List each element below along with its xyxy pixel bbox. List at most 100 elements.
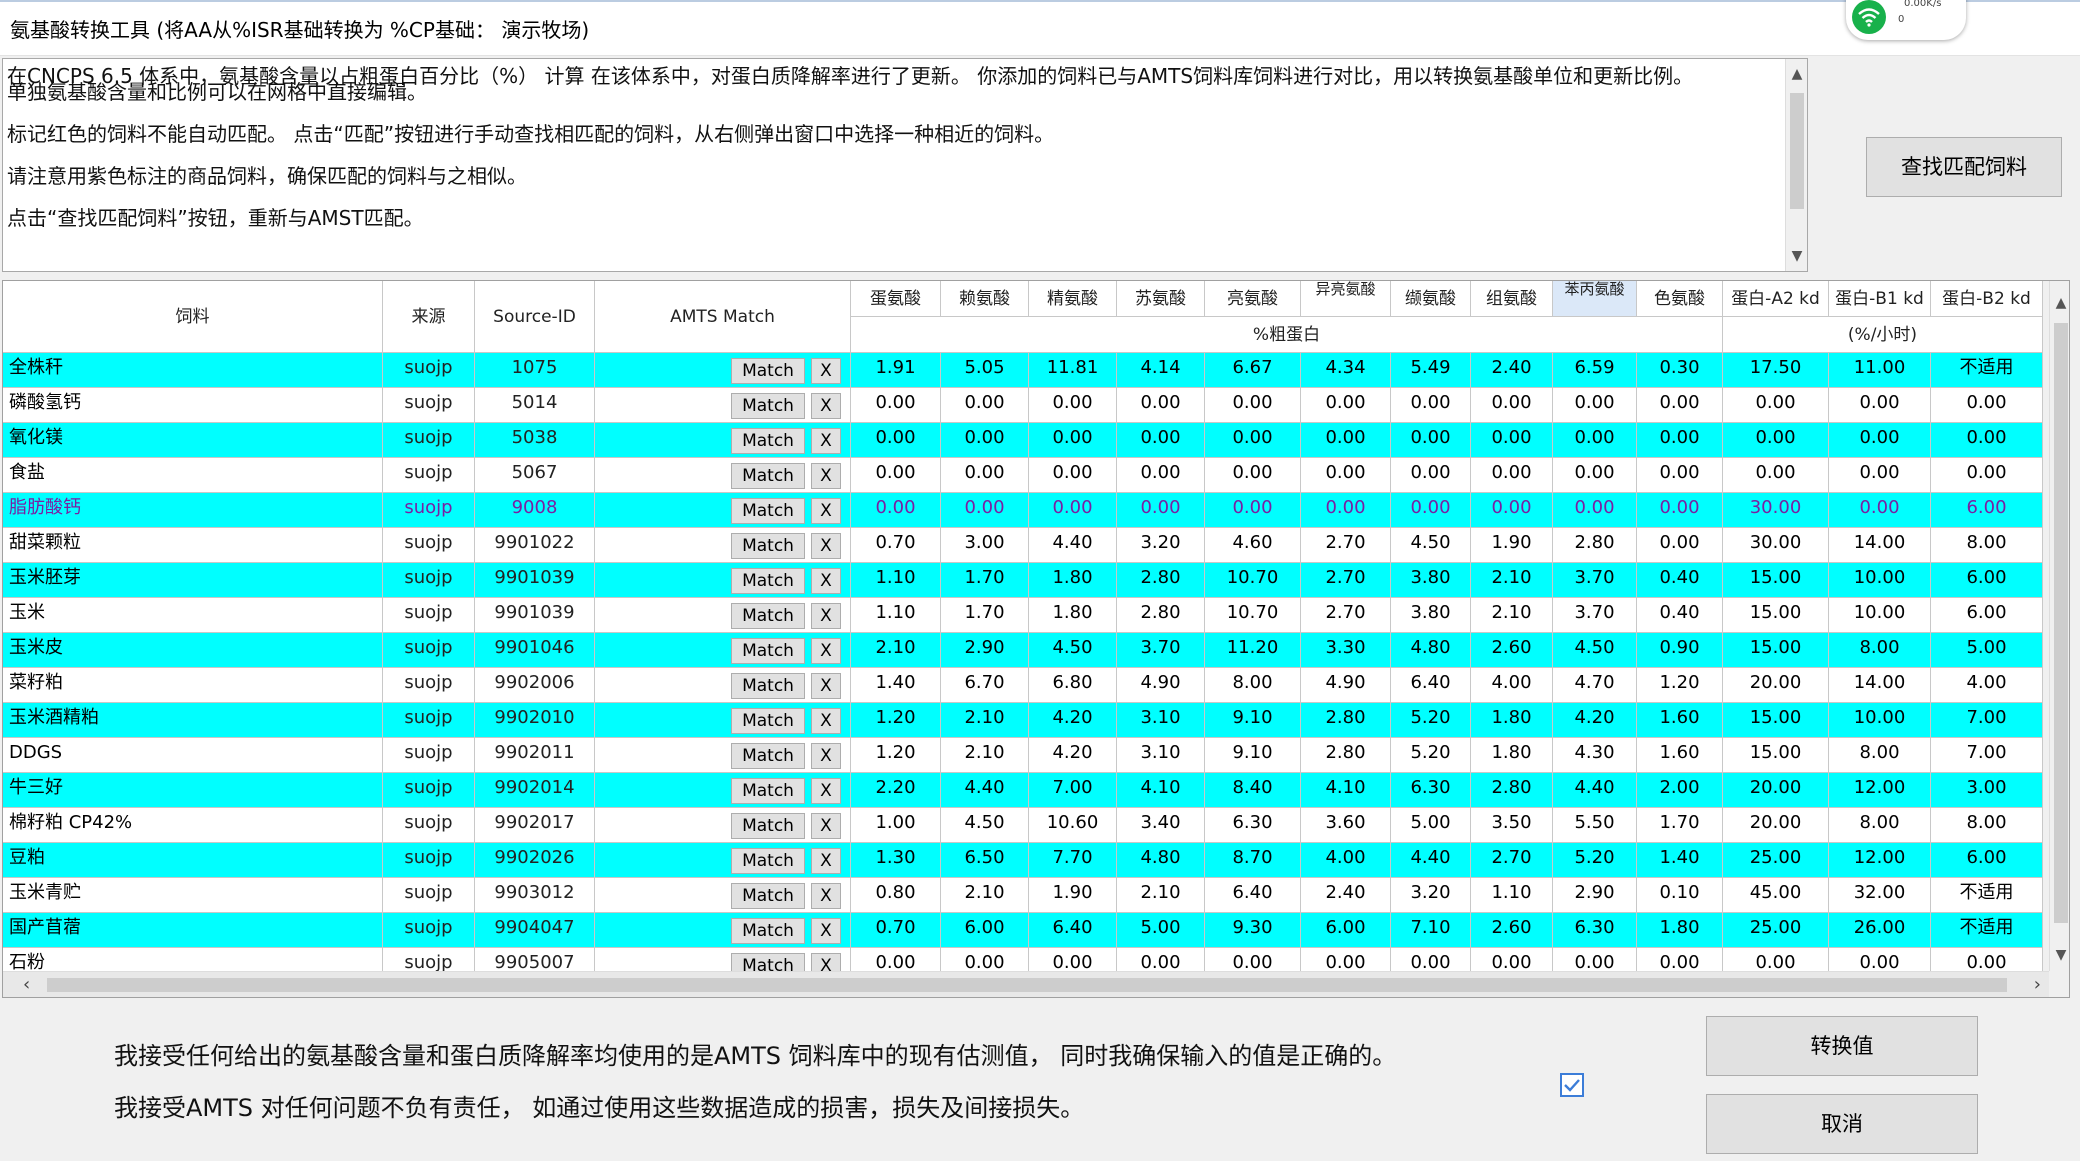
value-cell[interactable]: 6.70 xyxy=(941,668,1029,703)
value-cell[interactable]: 5.49 xyxy=(1391,353,1471,388)
match-button[interactable]: Match xyxy=(731,393,805,419)
feed-name-cell[interactable]: 菜籽粕 xyxy=(3,668,383,703)
value-cell[interactable]: 5.20 xyxy=(1391,738,1471,773)
value-cell[interactable]: 3.20 xyxy=(1117,528,1205,563)
value-cell[interactable]: 0.00 xyxy=(941,458,1029,493)
value-cell[interactable]: 0.00 xyxy=(1301,458,1391,493)
value-cell[interactable]: 0.00 xyxy=(851,493,941,528)
value-cell[interactable]: 5.00 xyxy=(1117,913,1205,948)
source-id-cell[interactable]: 9008 xyxy=(475,493,595,528)
value-cell[interactable]: 1.80 xyxy=(1029,598,1117,633)
value-cell[interactable]: 14.00 xyxy=(1829,528,1931,563)
network-widget[interactable]: 0.00K/s 0 xyxy=(1846,0,1966,40)
match-button[interactable]: Match xyxy=(731,638,805,664)
value-cell[interactable]: 4.20 xyxy=(1553,703,1637,738)
feed-grid[interactable]: 饲料 来源 Source-ID AMTS Match 蛋氨酸 赖氨酸 精氨酸 苏氨酸 亮氨酸 异亮… xyxy=(2,280,2070,998)
value-cell[interactable]: 0.00 xyxy=(1637,493,1723,528)
value-cell[interactable]: 0.00 xyxy=(851,458,941,493)
feed-name-cell[interactable]: 玉米胚芽 xyxy=(3,563,383,598)
value-cell[interactable]: 2.80 xyxy=(1553,528,1637,563)
scroll-down-icon[interactable]: ▼ xyxy=(2050,947,2069,963)
value-cell[interactable]: 7.10 xyxy=(1391,913,1471,948)
value-cell[interactable]: 2.80 xyxy=(1117,563,1205,598)
value-cell[interactable]: 4.50 xyxy=(1391,528,1471,563)
value-cell[interactable]: 17.50 xyxy=(1723,353,1829,388)
value-cell[interactable]: 0.00 xyxy=(1391,458,1471,493)
value-cell[interactable]: 0.00 xyxy=(1117,423,1205,458)
value-cell[interactable]: 4.00 xyxy=(1301,843,1391,878)
value-cell[interactable]: 10.70 xyxy=(1205,563,1301,598)
value-cell[interactable]: 2.40 xyxy=(1471,353,1553,388)
source-cell[interactable]: suojp xyxy=(383,598,475,633)
remove-match-button[interactable]: X xyxy=(811,743,841,769)
match-button[interactable]: Match xyxy=(731,918,805,944)
value-cell[interactable]: 不适用 xyxy=(1931,353,2043,388)
value-cell[interactable]: 1.80 xyxy=(1637,913,1723,948)
match-button[interactable]: Match xyxy=(731,813,805,839)
value-cell[interactable]: 11.00 xyxy=(1829,353,1931,388)
source-cell[interactable]: suojp xyxy=(383,878,475,913)
value-cell[interactable]: 1.40 xyxy=(1637,843,1723,878)
value-cell[interactable]: 5.20 xyxy=(1391,703,1471,738)
value-cell[interactable]: 0.00 xyxy=(1553,458,1637,493)
value-cell[interactable]: 0.00 xyxy=(1029,493,1117,528)
remove-match-button[interactable]: X xyxy=(811,428,841,454)
value-cell[interactable]: 0.00 xyxy=(1553,423,1637,458)
scroll-thumb[interactable] xyxy=(47,978,2007,992)
value-cell[interactable]: 4.40 xyxy=(1553,773,1637,808)
value-cell[interactable]: 2.10 xyxy=(941,703,1029,738)
value-cell[interactable]: 2.00 xyxy=(1637,773,1723,808)
value-cell[interactable]: 1.20 xyxy=(851,703,941,738)
value-cell[interactable]: 0.00 xyxy=(1117,388,1205,423)
value-cell[interactable]: 4.10 xyxy=(1117,773,1205,808)
value-cell[interactable]: 0.00 xyxy=(1117,458,1205,493)
value-cell[interactable]: 5.00 xyxy=(1391,808,1471,843)
value-cell[interactable]: 2.10 xyxy=(1471,598,1553,633)
value-cell[interactable]: 1.10 xyxy=(851,598,941,633)
value-cell[interactable]: 0.00 xyxy=(1637,458,1723,493)
value-cell[interactable]: 0.00 xyxy=(1723,388,1829,423)
value-cell[interactable]: 0.30 xyxy=(1637,353,1723,388)
match-button[interactable]: Match xyxy=(731,568,805,594)
value-cell[interactable]: 7.00 xyxy=(1931,703,2043,738)
match-button[interactable]: Match xyxy=(731,673,805,699)
value-cell[interactable]: 0.00 xyxy=(1205,493,1301,528)
value-cell[interactable]: 4.80 xyxy=(1117,843,1205,878)
value-cell[interactable]: 0.00 xyxy=(1391,493,1471,528)
value-cell[interactable]: 2.70 xyxy=(1301,528,1391,563)
value-cell[interactable]: 3.70 xyxy=(1553,598,1637,633)
value-cell[interactable]: 2.10 xyxy=(851,633,941,668)
value-cell[interactable]: 3.10 xyxy=(1117,703,1205,738)
accept-checkbox[interactable] xyxy=(1560,1073,1584,1097)
value-cell[interactable]: 8.70 xyxy=(1205,843,1301,878)
value-cell[interactable]: 0.00 xyxy=(1117,493,1205,528)
value-cell[interactable]: 2.70 xyxy=(1471,843,1553,878)
value-cell[interactable]: 6.30 xyxy=(1553,913,1637,948)
source-cell[interactable]: suojp xyxy=(383,808,475,843)
value-cell[interactable]: 2.70 xyxy=(1301,598,1391,633)
value-cell[interactable]: 不适用 xyxy=(1931,913,2043,948)
value-cell[interactable]: 2.80 xyxy=(1301,703,1391,738)
value-cell[interactable]: 1.90 xyxy=(1029,878,1117,913)
source-id-cell[interactable]: 9901022 xyxy=(475,528,595,563)
value-cell[interactable]: 26.00 xyxy=(1829,913,1931,948)
value-cell[interactable]: 11.81 xyxy=(1029,353,1117,388)
feed-name-cell[interactable]: 国产苜蓿 xyxy=(3,913,383,948)
value-cell[interactable]: 0.00 xyxy=(1931,423,2043,458)
scroll-up-icon[interactable]: ▲ xyxy=(1786,63,1808,85)
value-cell[interactable]: 0.00 xyxy=(1471,493,1553,528)
value-cell[interactable]: 6.50 xyxy=(941,843,1029,878)
value-cell[interactable]: 0.00 xyxy=(1931,388,2043,423)
value-cell[interactable]: 11.20 xyxy=(1205,633,1301,668)
value-cell[interactable]: 1.10 xyxy=(851,563,941,598)
value-cell[interactable]: 1.30 xyxy=(851,843,941,878)
value-cell[interactable]: 0.00 xyxy=(1029,423,1117,458)
value-cell[interactable]: 8.00 xyxy=(1931,808,2043,843)
value-cell[interactable]: 5.50 xyxy=(1553,808,1637,843)
match-button[interactable]: Match xyxy=(731,358,805,384)
value-cell[interactable]: 10.70 xyxy=(1205,598,1301,633)
feed-name-cell[interactable]: 玉米酒精粕 xyxy=(3,703,383,738)
value-cell[interactable]: 1.70 xyxy=(1637,808,1723,843)
value-cell[interactable]: 2.80 xyxy=(1117,598,1205,633)
value-cell[interactable]: 3.50 xyxy=(1471,808,1553,843)
